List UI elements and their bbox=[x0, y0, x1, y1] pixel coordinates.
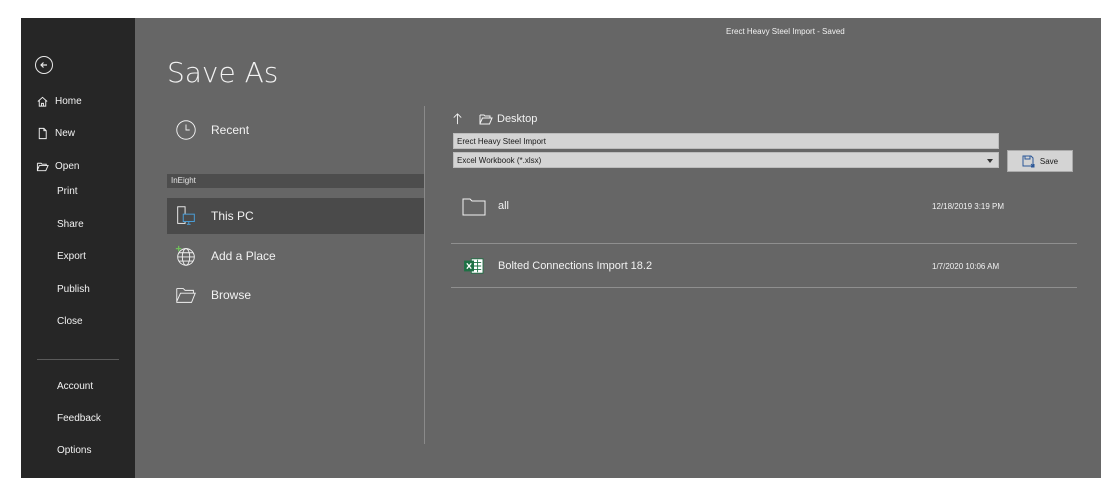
path-label[interactable]: Desktop bbox=[497, 113, 537, 125]
nav-publish-label: Publish bbox=[57, 283, 90, 295]
nav-options[interactable]: Options bbox=[21, 437, 135, 463]
nav-account-label: Account bbox=[57, 380, 94, 392]
back-arrow-icon bbox=[40, 62, 47, 68]
save-button[interactable]: Save bbox=[1007, 150, 1073, 172]
nav-print[interactable]: Print bbox=[21, 178, 135, 204]
home-icon bbox=[35, 94, 49, 108]
up-arrow-icon[interactable] bbox=[451, 112, 465, 126]
document-title: Erect Heavy Steel Import - Saved bbox=[726, 27, 845, 36]
nav-open-label: Open bbox=[55, 160, 80, 172]
nav-new-label: New bbox=[55, 127, 76, 139]
backstage-window: Home New Open Print Share Export Publish… bbox=[21, 18, 1101, 478]
new-document-icon bbox=[35, 126, 49, 140]
file-row-divider bbox=[451, 287, 1077, 288]
locations-list: Recent InEight This PC Add a Place Brows… bbox=[167, 106, 424, 446]
location-add-place[interactable]: Add a Place bbox=[167, 238, 424, 274]
nav-feedback-label: Feedback bbox=[57, 412, 101, 424]
nav-share-label: Share bbox=[57, 218, 84, 230]
nav-divider bbox=[37, 359, 119, 360]
location-recent[interactable]: Recent bbox=[167, 112, 424, 148]
nav-print-label: Print bbox=[57, 185, 78, 197]
folder-icon bbox=[462, 196, 486, 216]
folder-browse-icon bbox=[173, 282, 199, 308]
nav-publish[interactable]: Publish bbox=[21, 276, 135, 302]
backstage-nav: Home New Open Print Share Export Publish… bbox=[21, 18, 135, 478]
nav-new[interactable]: New bbox=[21, 120, 135, 146]
chevron-down-icon bbox=[987, 159, 993, 163]
pane-divider bbox=[424, 106, 425, 444]
file-date: 1/7/2020 10:06 AM bbox=[932, 261, 1000, 271]
save-button-label: Save bbox=[1039, 156, 1059, 166]
location-this-pc-label: This PC bbox=[211, 209, 254, 223]
open-folder-icon bbox=[35, 159, 49, 173]
nav-options-label: Options bbox=[57, 444, 92, 456]
location-this-pc[interactable]: This PC bbox=[167, 198, 424, 234]
filetype-select[interactable]: Excel Workbook (*.xlsx) bbox=[453, 152, 999, 168]
file-pane: Desktop Erect Heavy Steel Import Excel W… bbox=[451, 106, 1077, 446]
nav-close[interactable]: Close bbox=[21, 308, 135, 334]
nav-feedback[interactable]: Feedback bbox=[21, 405, 135, 431]
file-row[interactable]: Bolted Connections Import 18.2 1/7/2020 … bbox=[451, 244, 1077, 288]
filename-input[interactable]: Erect Heavy Steel Import bbox=[453, 133, 999, 149]
filetype-value: Excel Workbook (*.xlsx) bbox=[457, 156, 542, 165]
pc-icon bbox=[173, 203, 199, 229]
folder-icon bbox=[479, 113, 493, 125]
nav-export[interactable]: Export bbox=[21, 243, 135, 269]
back-button[interactable] bbox=[35, 56, 53, 74]
globe-add-icon bbox=[173, 243, 199, 269]
location-browse-label: Browse bbox=[211, 288, 252, 302]
excel-file-icon bbox=[462, 256, 486, 276]
nav-account[interactable]: Account bbox=[21, 373, 135, 399]
nav-share[interactable]: Share bbox=[21, 211, 135, 237]
nav-export-label: Export bbox=[57, 250, 86, 262]
title-bar: Erect Heavy Steel Import - Saved bbox=[135, 18, 1101, 48]
nav-open[interactable]: Open bbox=[21, 153, 135, 179]
path-breadcrumb: Desktop bbox=[451, 110, 537, 128]
nav-home[interactable]: Home bbox=[21, 88, 135, 114]
location-recent-label: Recent bbox=[211, 123, 250, 137]
page-title: Save As bbox=[167, 56, 279, 89]
nav-close-label: Close bbox=[57, 315, 83, 327]
location-group-header: InEight bbox=[167, 174, 424, 188]
nav-home-label: Home bbox=[55, 95, 82, 107]
file-date: 12/18/2019 3:19 PM bbox=[932, 201, 1005, 211]
save-icon bbox=[1022, 155, 1035, 168]
file-row[interactable]: all 12/18/2019 3:19 PM bbox=[451, 184, 1077, 228]
clock-icon bbox=[173, 117, 199, 143]
location-browse[interactable]: Browse bbox=[167, 277, 424, 313]
location-add-place-label: Add a Place bbox=[211, 249, 276, 263]
